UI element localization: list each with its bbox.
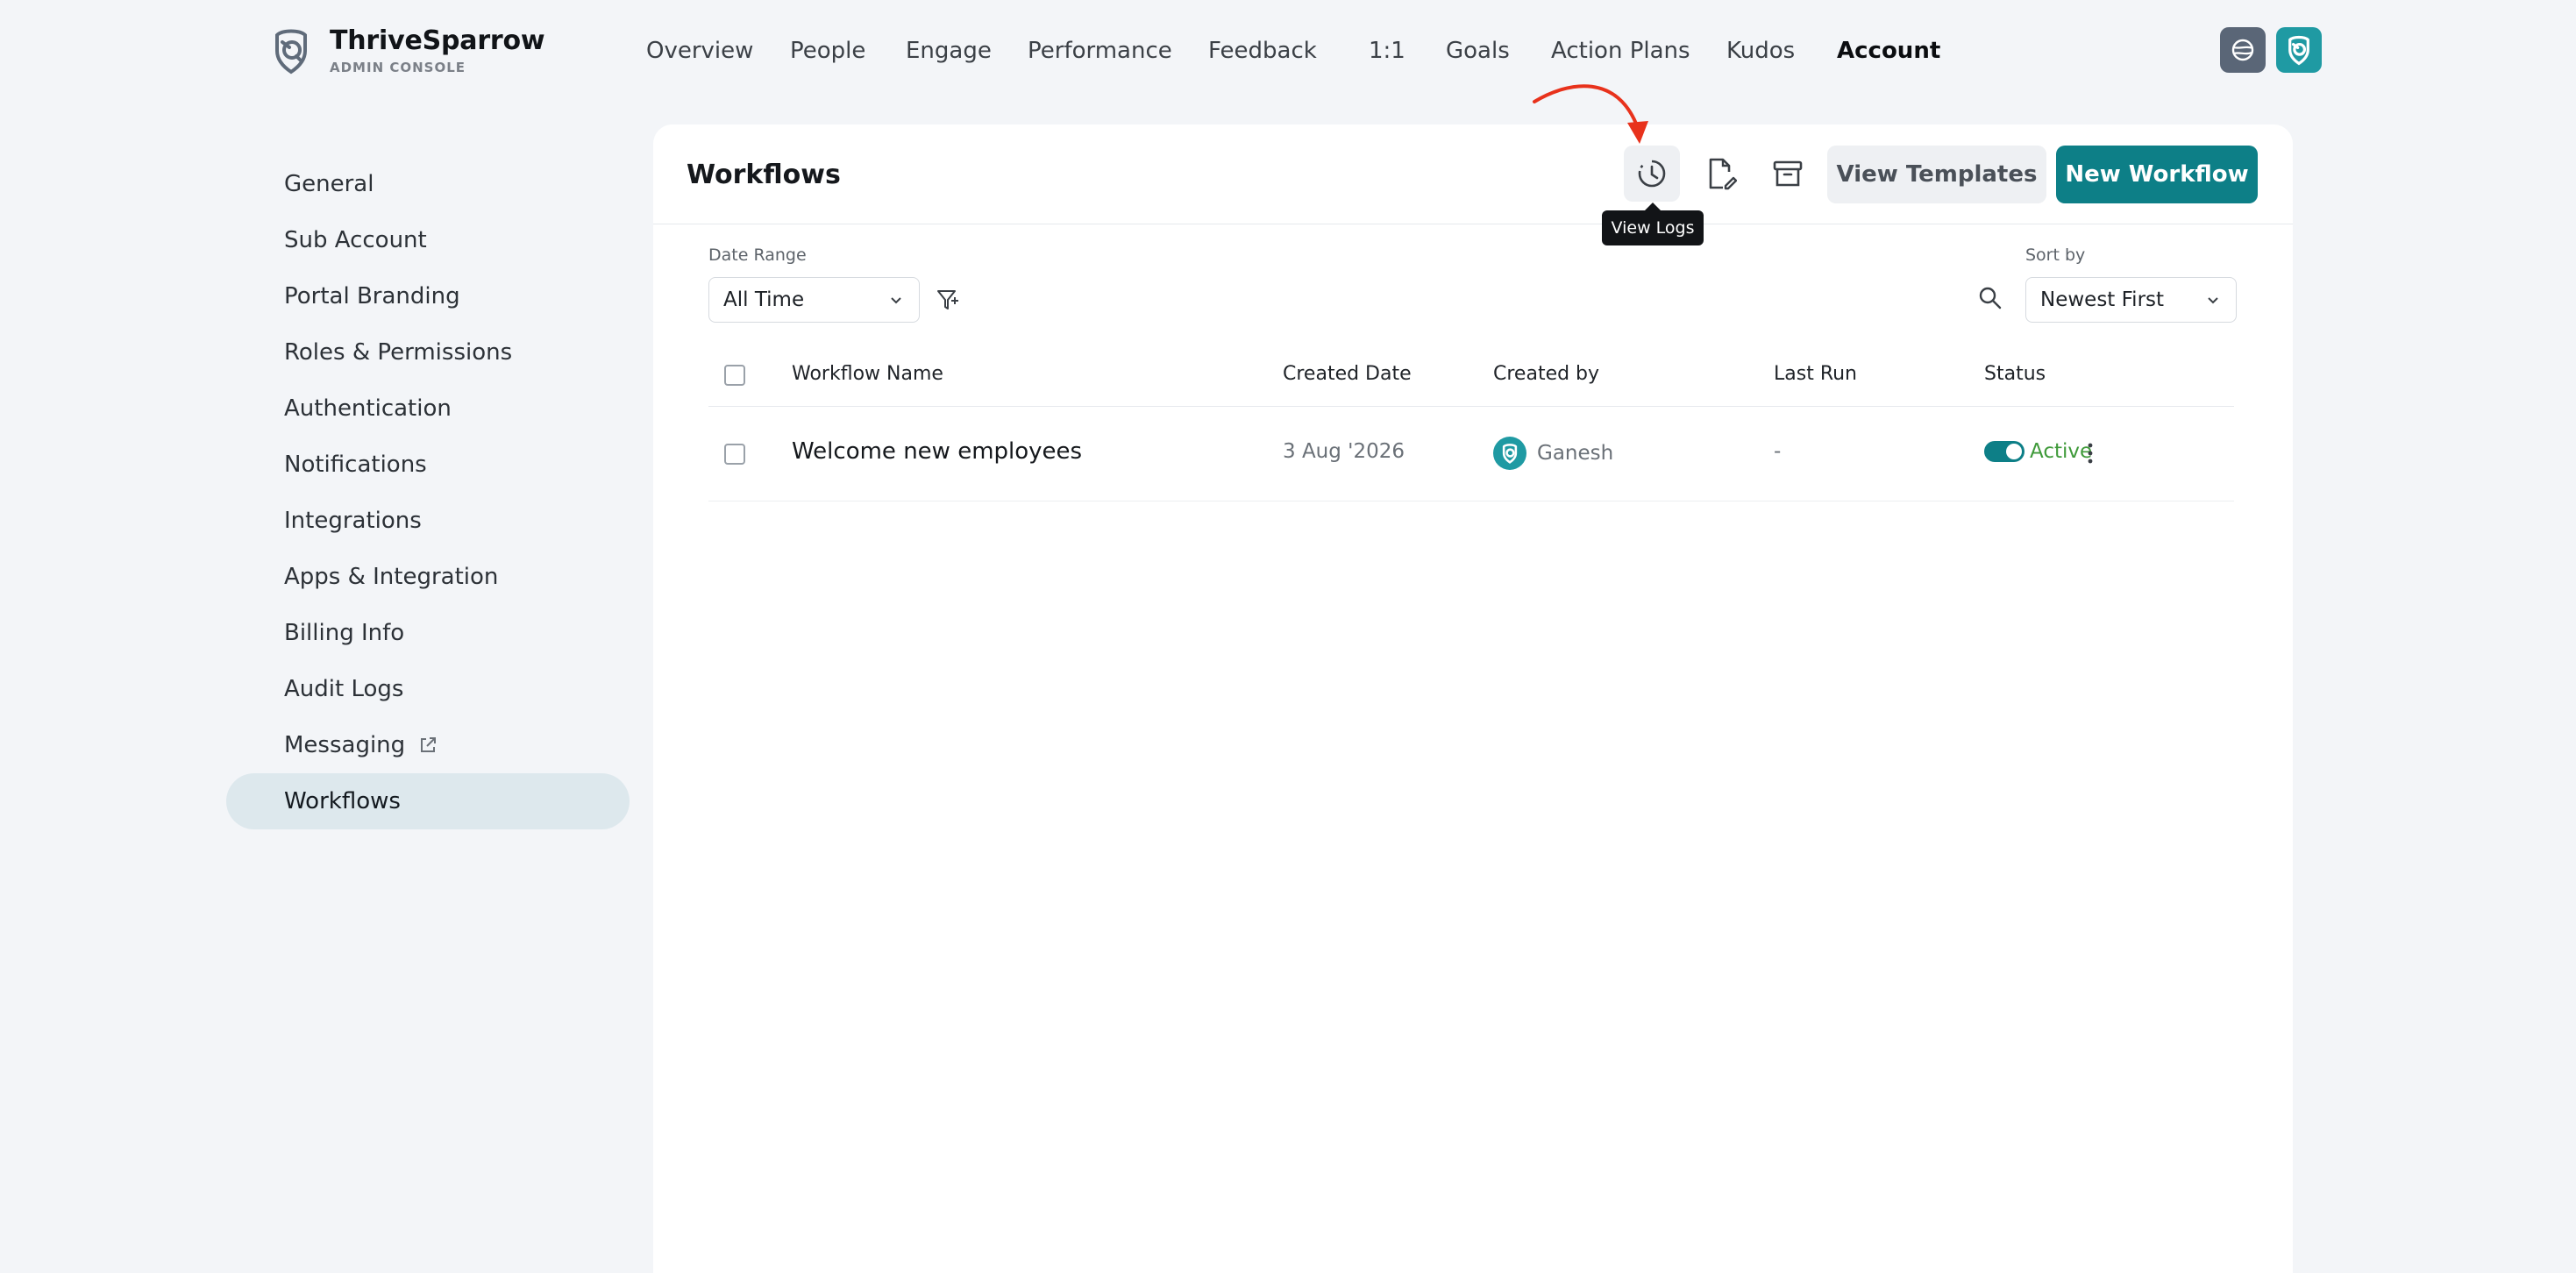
search-icon <box>1979 287 2002 309</box>
archive-box-icon <box>1773 160 1803 187</box>
sidebar-item-label: Roles & Permissions <box>284 339 513 366</box>
sidebar-item-apps-integration[interactable]: Apps & Integration <box>226 549 630 605</box>
nav-performance[interactable]: Performance <box>1028 33 1172 68</box>
brand-subtitle: ADMIN CONSOLE <box>330 60 466 75</box>
globe-button[interactable] <box>2220 27 2266 73</box>
chevron-down-icon <box>891 297 901 304</box>
nav-goals[interactable]: Goals <box>1446 33 1510 68</box>
column-created-date[interactable]: Created Date <box>1283 363 1412 385</box>
sidebar-item-messaging[interactable]: Messaging <box>226 717 630 773</box>
sidebar-item-general[interactable]: General <box>226 156 630 212</box>
settings-sidebar: General Sub Account Portal Branding Role… <box>226 156 630 829</box>
filter-funnel-icon <box>937 290 958 309</box>
nav-engage[interactable]: Engage <box>906 33 992 68</box>
new-workflow-button[interactable]: New Workflow <box>2056 146 2258 203</box>
select-all-checkbox[interactable] <box>724 365 745 386</box>
chevron-down-icon <box>2208 297 2218 304</box>
sidebar-item-sub-account[interactable]: Sub Account <box>226 212 630 268</box>
search-button[interactable] <box>1977 285 2003 311</box>
view-logs-tooltip: View Logs <box>1602 203 1704 245</box>
sidebar-item-label: General <box>284 171 374 197</box>
sidebar-item-label: Messaging <box>284 732 406 758</box>
panel-header: Workflows View Templates New Workflow Vi… <box>653 124 2293 245</box>
sidebar-item-roles-permissions[interactable]: Roles & Permissions <box>226 324 630 380</box>
last-run: - <box>1774 440 1782 463</box>
view-logs-button[interactable] <box>1624 146 1680 202</box>
history-clock-icon <box>1638 160 1666 188</box>
nav-feedback[interactable]: Feedback <box>1208 33 1317 68</box>
document-edit-icon <box>1709 158 1737 190</box>
sort-by-value: Newest First <box>2040 288 2165 311</box>
more-vertical-icon <box>2088 443 2093 464</box>
sort-by-label: Sort by <box>2025 245 2086 265</box>
sidebar-item-label: Sub Account <box>284 227 427 253</box>
nav-overview[interactable]: Overview <box>646 33 753 68</box>
date-range-label: Date Range <box>708 245 807 265</box>
status: Active <box>1984 440 2092 463</box>
sidebar-item-billing-info[interactable]: Billing Info <box>226 605 630 661</box>
annotation-arrow-icon <box>1533 84 1648 144</box>
sidebar-item-authentication[interactable]: Authentication <box>226 380 630 437</box>
nav-action-plans[interactable]: Action Plans <box>1551 33 1690 68</box>
sidebar-item-label: Audit Logs <box>284 676 404 702</box>
table-row[interactable]: Welcome new employees 3 Aug '2026 Ganesh… <box>708 407 2234 501</box>
sidebar-item-label: Integrations <box>284 508 422 534</box>
page-title: Workflows <box>687 160 841 190</box>
workflows-panel: Workflows View Templates New Workflow Vi… <box>653 124 2293 1273</box>
sidebar-item-label: Workflows <box>284 788 401 814</box>
external-link-icon <box>421 737 437 752</box>
nav-kudos[interactable]: Kudos <box>1726 33 1795 68</box>
workflow-name[interactable]: Welcome new employees <box>792 438 1082 465</box>
status-badge: Active <box>2030 440 2093 463</box>
table-header: Workflow Name Created Date Created by La… <box>708 344 2234 407</box>
row-checkbox[interactable] <box>724 444 745 465</box>
sidebar-item-label: Authentication <box>284 395 452 422</box>
archive-button[interactable] <box>1760 146 1816 202</box>
avatar-logo-icon <box>2288 35 2309 66</box>
brand[interactable]: ThriveSparrow ADMIN CONSOLE <box>270 25 545 75</box>
column-status[interactable]: Status <box>1984 363 2046 385</box>
sidebar-item-workflows[interactable]: Workflows <box>226 773 630 829</box>
status-toggle[interactable] <box>1984 441 2025 462</box>
avatar-logo-icon <box>1502 444 1518 464</box>
created-date: 3 Aug '2026 <box>1283 440 1405 463</box>
user-avatar[interactable] <box>2276 27 2322 73</box>
sidebar-item-label: Apps & Integration <box>284 564 499 590</box>
nav-account[interactable]: Account <box>1837 33 1940 68</box>
sidebar-item-label: Portal Branding <box>284 283 460 309</box>
column-last-run[interactable]: Last Run <box>1774 363 1857 385</box>
nav-one-on-one[interactable]: 1:1 <box>1369 33 1405 68</box>
creator-avatar <box>1493 437 1526 470</box>
workflows-table: Workflow Name Created Date Created by La… <box>708 344 2234 501</box>
row-actions-button[interactable] <box>2085 440 2096 466</box>
drafts-button[interactable] <box>1692 146 1748 202</box>
view-templates-button[interactable]: View Templates <box>1827 146 2046 203</box>
sidebar-item-notifications[interactable]: Notifications <box>226 437 630 493</box>
brand-name: ThriveSparrow <box>330 25 545 56</box>
sidebar-item-integrations[interactable]: Integrations <box>226 493 630 549</box>
date-range-value: All Time <box>723 288 805 311</box>
sidebar-item-label: Notifications <box>284 452 427 478</box>
brand-logo-icon <box>270 26 312 75</box>
sidebar-item-label: Billing Info <box>284 620 405 646</box>
sidebar-item-portal-branding[interactable]: Portal Branding <box>226 268 630 324</box>
sidebar-item-audit-logs[interactable]: Audit Logs <box>226 661 630 717</box>
globe-icon <box>2231 39 2254 61</box>
column-workflow-name[interactable]: Workflow Name <box>792 363 943 385</box>
top-navigation-bar: ThriveSparrow ADMIN CONSOLE Overview Peo… <box>0 0 2576 102</box>
date-range-select[interactable]: All Time <box>708 277 920 323</box>
nav-people[interactable]: People <box>790 33 865 68</box>
column-created-by[interactable]: Created by <box>1493 363 1599 385</box>
filter-button[interactable] <box>936 287 962 313</box>
creator-name: Ganesh <box>1537 442 1614 465</box>
created-by: Ganesh <box>1493 437 1613 470</box>
sort-by-select[interactable]: Newest First <box>2025 277 2237 323</box>
